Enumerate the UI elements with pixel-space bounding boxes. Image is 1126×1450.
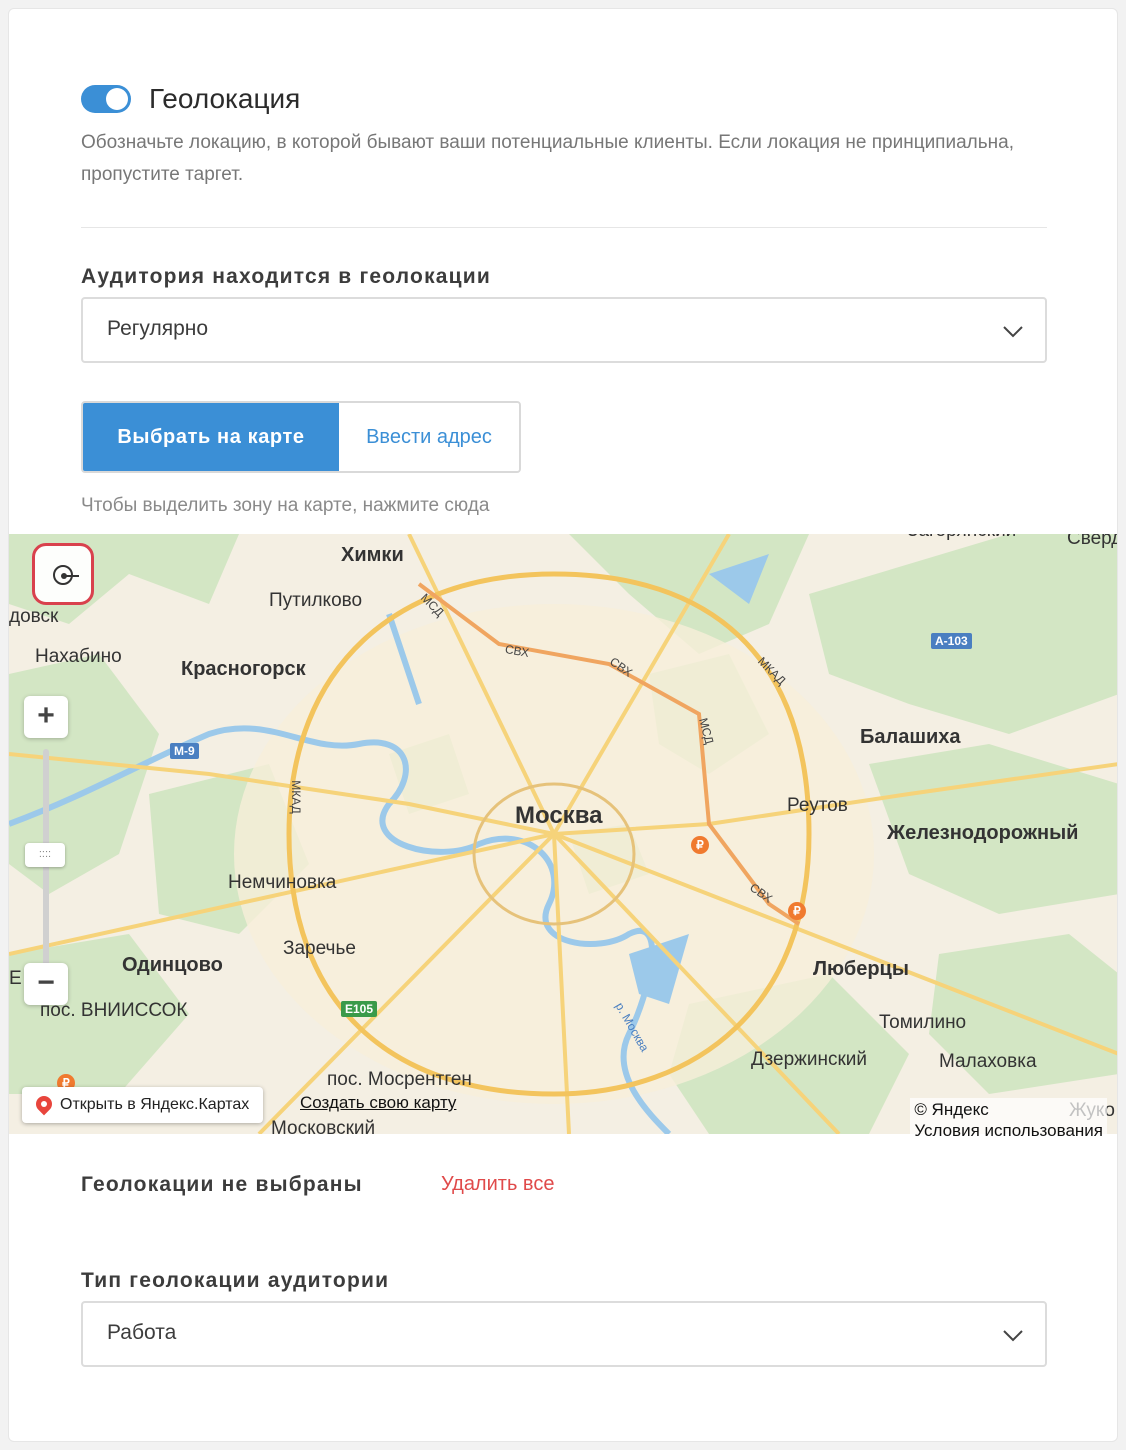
geolocation-card: Геолокация Обозначьте локацию, в которой… [8,8,1118,1442]
highway-shield: А-103 [931,633,972,649]
city-zheleznodorozhny: Железнодорожный [887,822,1079,844]
map[interactable]: Москва Химки Путилково Красногорск Нахаб… [9,534,1118,1134]
toggle-knob [106,88,128,110]
city-dzerzhinsky: Дзержинский [751,1049,867,1070]
draw-area-button[interactable] [32,543,94,605]
map-hint: Чтобы выделить зону на карте, нажмите сю… [81,495,490,516]
city-mosrentgen: пос. Мосрентген [327,1069,472,1090]
no-geolocations-label: Геолокации не выбраны [81,1173,363,1196]
geolocation-title: Геолокация [149,83,301,114]
audience-location-label: Аудитория находится в геолокации [81,265,491,288]
audience-location-select[interactable]: Регулярно [81,297,1047,363]
open-in-yandex-maps-label: Открыть в Яндекс.Картах [60,1096,250,1113]
city-krasnogorsk: Красногорск [181,658,306,680]
road-label-mkad: МКАД [288,780,303,814]
divider [81,227,1047,228]
copyright-text: © Яндекс [914,1100,989,1119]
city-zagoryansky: Загорянский [907,534,1016,542]
zoom-slider-handle[interactable]: :::: [25,843,65,867]
open-in-yandex-maps-button[interactable]: Открыть в Яндекс.Картах [22,1087,264,1123]
zoom-in-button[interactable]: + [24,696,68,738]
geo-type-select[interactable]: Работа [81,1301,1047,1367]
city-malakhovka: Малаховка [939,1051,1037,1072]
chevron-down-icon [1003,1330,1023,1342]
city-zarechye: Заречье [283,938,356,959]
geolocation-toggle[interactable] [81,85,131,113]
city-balashikha: Балашиха [860,726,961,748]
city-putilkovo: Путилково [269,590,363,611]
city-moscow: Москва [515,802,603,829]
city-nemchinovka: Немчиновка [228,872,337,893]
geo-type-label: Тип геолокации аудитории [81,1269,390,1292]
city-reutov: Реутов [787,795,848,816]
geolocation-description: Обозначьте локацию, в которой бывают ваш… [81,132,1014,185]
tab-enter-address[interactable]: Ввести адрес [339,403,519,471]
toll-icon: ₽ [691,836,709,854]
tab-select-on-map[interactable]: Выбрать на карте [83,403,339,471]
create-map-link[interactable]: Создать свою карту [300,1093,456,1113]
map-pin-icon [32,1092,56,1116]
city-moskovsky: Московский [271,1118,376,1134]
city-tomilino: Томилино [879,1012,967,1033]
chevron-down-icon [1003,326,1023,338]
city-odintsovo: Одинцово [122,954,223,976]
city-nakhabino: Нахабино [35,646,122,667]
delete-all-link[interactable]: Удалить все [441,1173,554,1196]
highway-shield: Е105 [341,1001,378,1017]
map-copyright: © Яндекс Условия использования [910,1098,1107,1142]
geo-type-value: Работа [107,1321,177,1344]
city-sverd: Сверд [1067,534,1118,549]
target-icon-line [65,575,79,577]
toll-icon: ₽ [788,902,806,920]
city-lyubertsy: Люберцы [813,958,909,980]
highway-shield: М-9 [170,743,199,759]
city-vsk: довск [9,606,59,627]
zoom-out-button[interactable]: − [24,963,68,1005]
terms-link[interactable]: Условия использования [914,1120,1103,1141]
mode-tabs: Выбрать на карте Ввести адрес [81,401,521,473]
city-khimki: Химки [341,544,404,566]
audience-location-value: Регулярно [107,317,209,340]
